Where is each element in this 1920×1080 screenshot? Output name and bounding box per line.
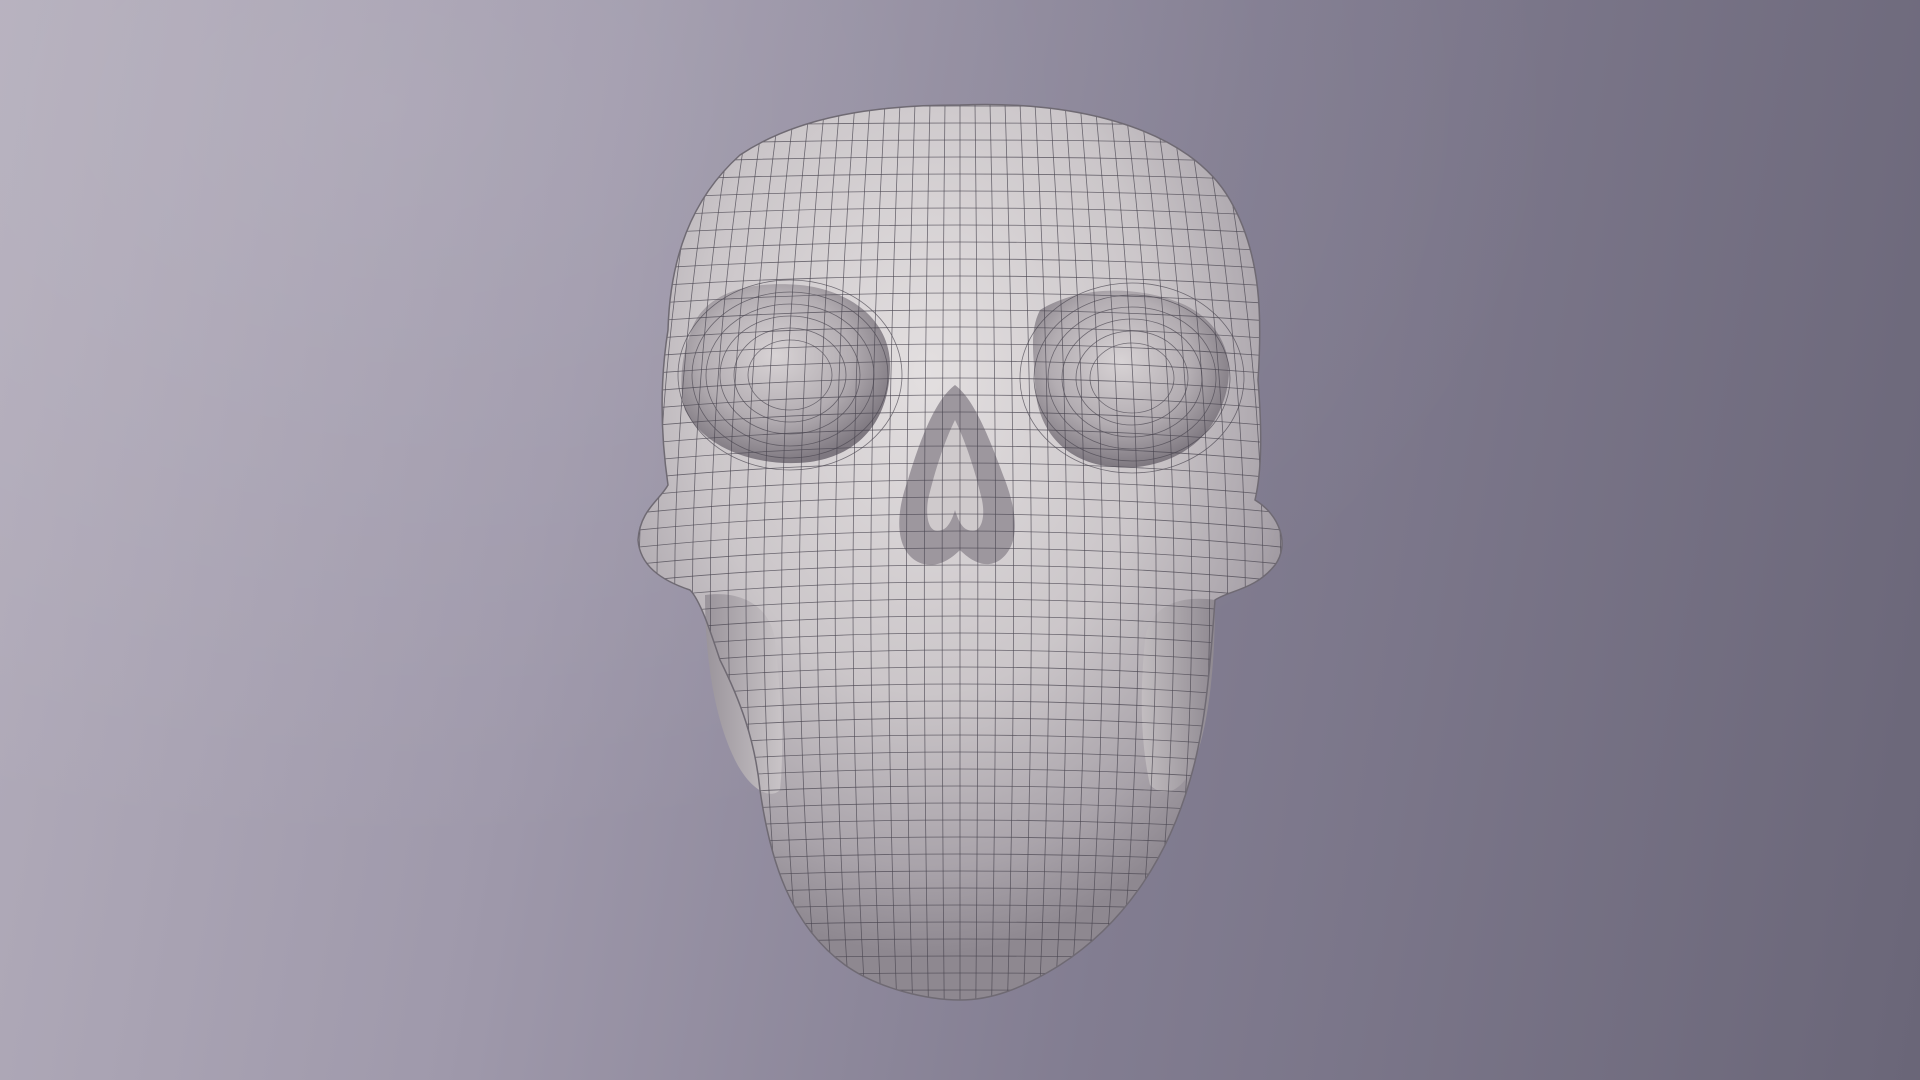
- skull-model[interactable]: [0, 0, 1920, 1080]
- 3d-viewport[interactable]: [0, 0, 1920, 1080]
